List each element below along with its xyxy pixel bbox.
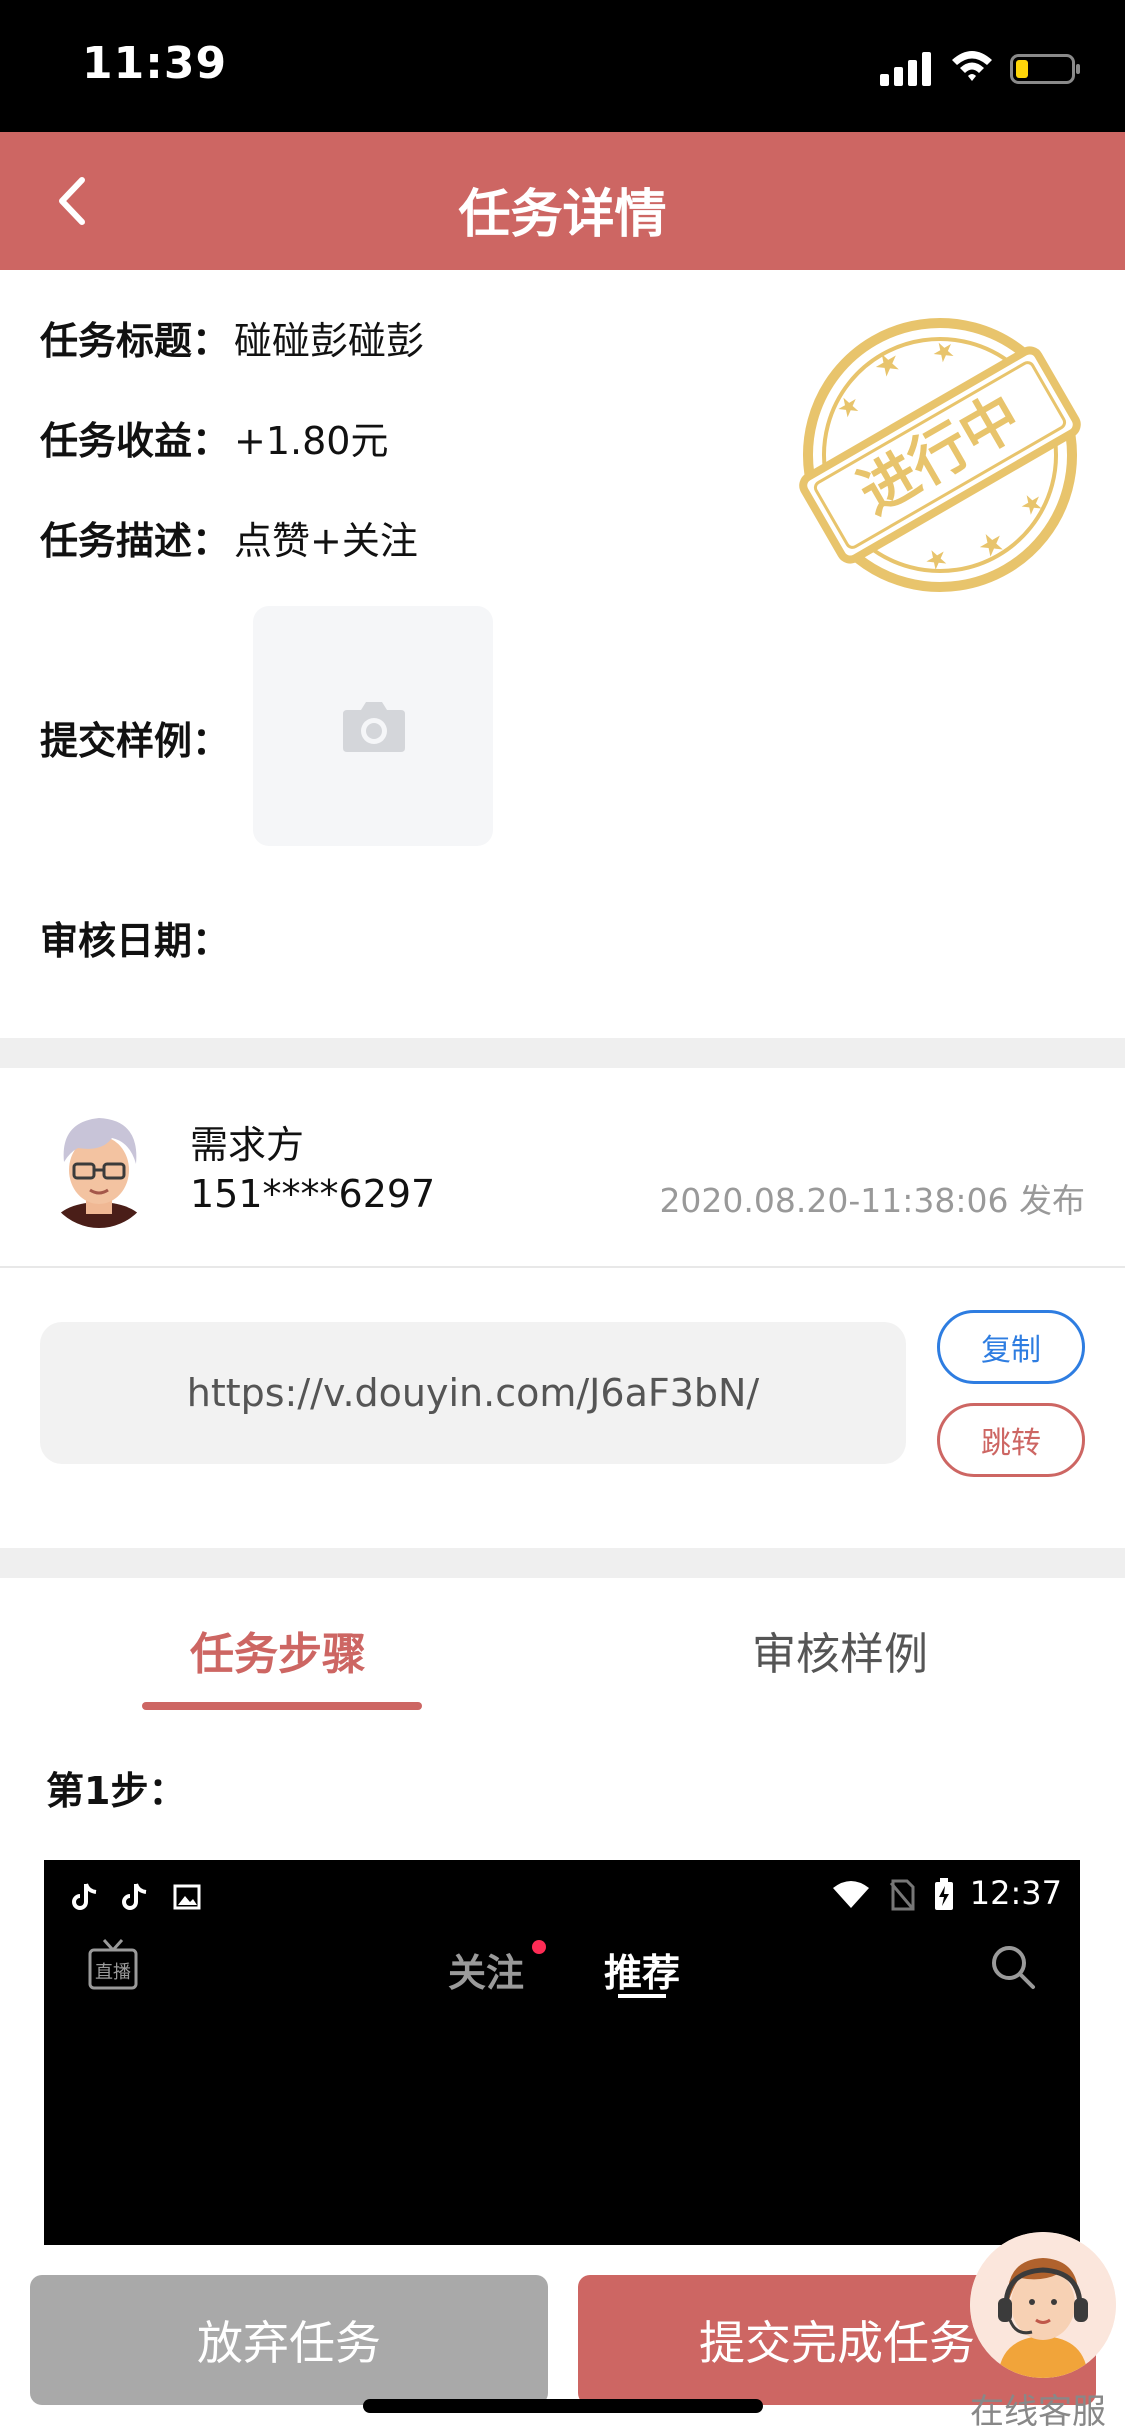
task-reward-unit: 元 [350, 419, 389, 463]
jump-button[interactable]: 跳转 [937, 1403, 1085, 1477]
section-divider [0, 1038, 1125, 1068]
screenshot-tab-recommend: 推荐 [604, 1951, 681, 1995]
sample-image-placeholder[interactable] [253, 606, 493, 846]
publisher-role: 需求方 [190, 1123, 305, 1167]
task-title-value: 碰碰彭碰彭 [234, 319, 425, 363]
step-screenshot: 12:37 直播 关注 推荐 [44, 1860, 1080, 2245]
review-date-row: 审核日期： [40, 910, 230, 965]
live-label: 直播 [95, 1962, 131, 1983]
screenshot-tab-underline [618, 1994, 666, 1998]
screenshot-status-left [72, 1882, 202, 1912]
screenshot-time: 12:37 [969, 1874, 1062, 1912]
customer-service-icon[interactable] [970, 2232, 1116, 2378]
tiktok-icon [72, 1883, 97, 1910]
task-title-label: 任务标题： [40, 319, 231, 363]
customer-service-label[interactable]: 在线客服 [970, 2384, 1106, 2433]
publisher-avatar [42, 1108, 156, 1228]
tab-review-sample[interactable]: 审核样例 [752, 1618, 928, 1682]
task-desc-value: 点赞+关注 [234, 519, 418, 563]
screenshot-status-right [831, 1878, 955, 1912]
signal-icon [880, 52, 931, 86]
task-reward-amount: +1.80 [234, 419, 351, 463]
nav-bar: 任务详情 [0, 132, 1125, 270]
task-reward-row: 任务收益： +1.80元 [40, 410, 388, 465]
task-reward-label: 任务收益： [40, 419, 231, 463]
svg-text:★: ★ [919, 541, 954, 579]
publish-date: 2020.08.20-11:38:06 发布 [659, 1181, 1085, 1220]
wifi-icon [833, 1881, 869, 1908]
notification-dot [532, 1940, 546, 1954]
sample-label: 提交样例： [40, 719, 231, 763]
step-title: 第1步： [46, 1769, 187, 1813]
task-info: 任务标题： 碰碰彭碰彭 任务收益： +1.80元 任务描述： 点赞+关注 提交样例： … [0, 270, 1125, 1038]
svg-text:★: ★ [867, 343, 908, 387]
copy-button[interactable]: 复制 [937, 1310, 1085, 1384]
status-bar: 11:39 [0, 0, 1125, 132]
tab-bar: 任务步骤 审核样例 [0, 1578, 1125, 1718]
status-time: 11:39 [82, 38, 228, 89]
wifi-icon [952, 51, 992, 81]
active-tab-indicator [142, 1702, 422, 1710]
publisher-phone: 151****6297 [190, 1172, 436, 1216]
camera-icon [343, 702, 405, 752]
link-section: https://v.douyin.com/J6aF3bN/ 复制 跳转 [0, 1270, 1125, 1548]
page-title: 任务详情 [458, 185, 667, 245]
task-title-row: 任务标题： 碰碰彭碰彭 [40, 310, 424, 365]
svg-text:★: ★ [1015, 486, 1050, 524]
task-desc-row: 任务描述： 点赞+关注 [40, 510, 418, 565]
publisher-card: 需求方 151****6297 2020.08.20-11:38:06 发布 [0, 1068, 1125, 1268]
search-icon [992, 1946, 1035, 1989]
task-desc-label: 任务描述： [40, 519, 231, 563]
abandon-task-button[interactable]: 放弃任务 [30, 2275, 548, 2405]
screenshot-tab-follow: 关注 [448, 1951, 525, 1995]
task-link[interactable]: https://v.douyin.com/J6aF3bN/ [40, 1322, 906, 1464]
battery-icon [1010, 54, 1080, 84]
image-icon [173, 1884, 201, 1910]
battery-charging-icon [935, 1878, 953, 1910]
live-tv-icon: 直播 [88, 1938, 138, 1990]
review-date-label: 审核日期： [40, 919, 231, 963]
section-divider [0, 1548, 1125, 1578]
sample-row: 提交样例： [40, 710, 230, 765]
svg-text:★: ★ [831, 388, 866, 426]
svg-text:★: ★ [971, 523, 1012, 567]
home-indicator [363, 2399, 763, 2413]
no-sim-icon [889, 1879, 915, 1911]
tab-task-steps[interactable]: 任务步骤 [190, 1618, 366, 1682]
in-progress-stamp: 进行中 ★ ★ ★ ★ ★ ★ [799, 318, 1081, 592]
tiktok-icon [122, 1883, 147, 1910]
